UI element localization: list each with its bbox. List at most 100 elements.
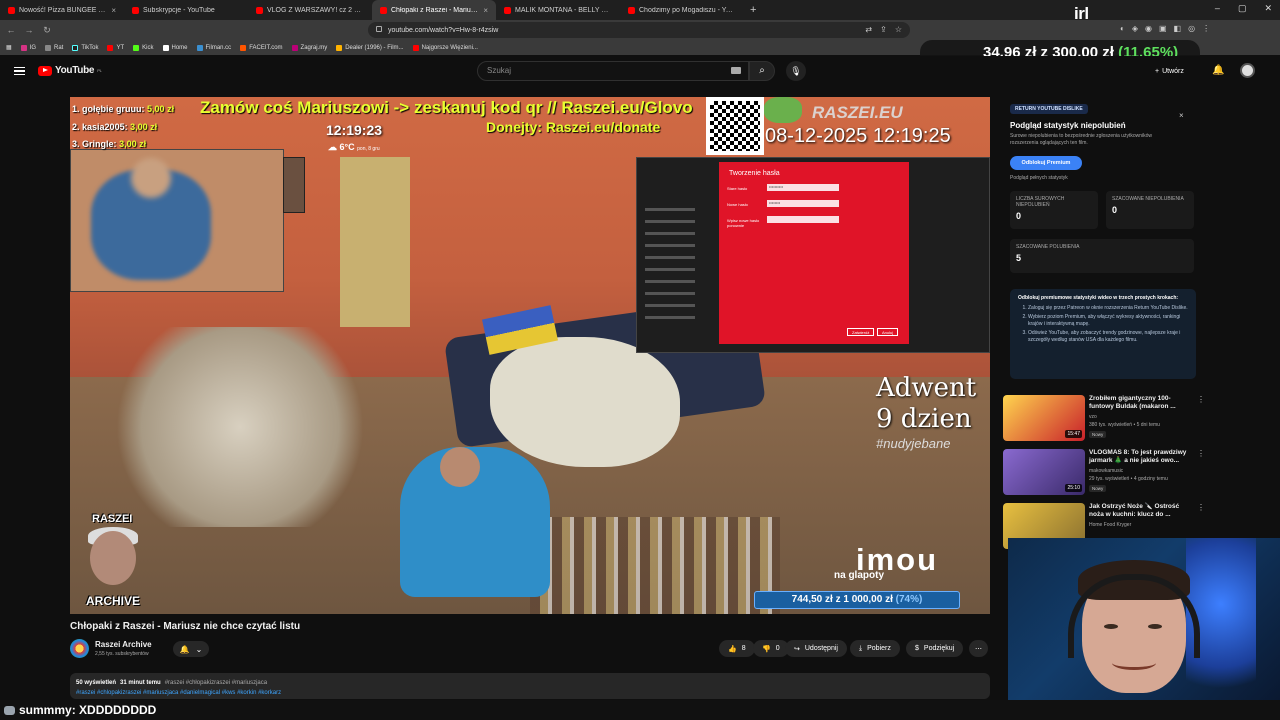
browser-tab[interactable]: Subskrypcje - YouTube <box>124 0 248 20</box>
related-channel[interactable]: makowkamusic <box>1089 468 1123 474</box>
browser-tab[interactable]: VLOG Z WARSZAWY! cz 2 😮 - YouT <box>248 0 372 20</box>
extension-icon[interactable]: ◧ <box>1174 24 1182 33</box>
extension-icon[interactable]: ◐ <box>1120 24 1125 33</box>
create-button[interactable]: + Utwórz <box>1155 64 1184 78</box>
search-input[interactable]: Szukaj <box>477 61 749 81</box>
more-options-icon[interactable]: ⋮ <box>1197 503 1205 512</box>
camera-timestamp: 08-12-2025 12:19:25 <box>765 125 951 147</box>
minimize-icon[interactable]: – <box>1215 3 1220 14</box>
new-tab-button[interactable]: + <box>744 4 762 16</box>
share-icon[interactable]: ⇪ <box>880 25 887 34</box>
thumbs-up-icon: 👍 <box>728 645 737 653</box>
site-info-icon[interactable] <box>376 26 382 32</box>
translate-icon[interactable]: ⇄ <box>865 25 872 34</box>
extension-icon[interactable]: ◉ <box>1145 24 1152 33</box>
password-dialog: Tworzenie hasła Stare hasło •••••••••• N… <box>719 162 909 344</box>
microphone-icon[interactable]: 🎙 <box>786 61 806 81</box>
full-stats-link[interactable]: Podgląd pełnych statystyk <box>1010 175 1068 181</box>
browser-tab[interactable]: Nowość! Pizza BUNGEE w Dino 🍕 😮 × <box>0 0 124 20</box>
bell-icon: 🔔 <box>179 644 190 654</box>
bookmark-wiezienia[interactable]: Najgorsze Więzieni... <box>412 44 478 51</box>
related-video[interactable]: 25:10 VLOGMAS 8: To jest prawdziwy jarma… <box>1003 449 1205 499</box>
close-tab-icon[interactable]: × <box>483 6 488 15</box>
video-player[interactable]: 1. gołębie gruuu: 5,00 zł 2. kasia2005: … <box>70 97 990 614</box>
address-bar[interactable]: youtube.com/watch?v=Hw-8-r4zsiw ⇄ ⇪ ☆ <box>368 22 910 38</box>
chat-message: summmy : XDDDDDDDD <box>0 700 1280 720</box>
settings-line <box>645 280 695 283</box>
related-video[interactable]: 15:47 Zrobiłem gigantyczny 100-funtowy B… <box>1003 395 1205 445</box>
related-channel[interactable]: Home Food Kryger <box>1089 522 1131 528</box>
bookmark-star-icon[interactable]: ☆ <box>895 25 902 34</box>
menu-dots-icon[interactable]: ⋮ <box>1202 24 1210 33</box>
more-actions-button[interactable]: ⋯ <box>969 640 988 657</box>
close-icon[interactable]: × <box>1179 111 1184 120</box>
video-scene-door <box>340 157 410 327</box>
dialog-field <box>767 216 839 223</box>
dialog-field: •••••••••• <box>767 184 839 191</box>
streamer-webcam <box>1008 538 1280 703</box>
keyboard-icon[interactable] <box>731 67 741 74</box>
description-tags[interactable]: #raszei #chlopakizraszei #mariuszjaca #d… <box>76 688 984 698</box>
browser-tab[interactable]: Chodzimy po Mogadiszu - YouTube <box>620 0 744 20</box>
bookmark-ig[interactable]: IG <box>20 44 36 51</box>
download-button[interactable]: ⤓ Pobierz <box>850 640 900 657</box>
bookmark-yt[interactable]: YT <box>107 44 124 51</box>
bookmark-filman[interactable]: Filman.cc <box>196 44 231 51</box>
bookmark-zagraj[interactable]: Zagraj.my <box>291 44 327 51</box>
related-title[interactable]: Zrobiłem gigantyczny 100-funtowy Buldak … <box>1089 395 1193 411</box>
extension-icon[interactable]: ◈ <box>1132 24 1138 33</box>
frog-emote-icon <box>764 97 802 123</box>
back-icon[interactable]: ← <box>4 25 18 35</box>
extension-icon[interactable]: ▣ <box>1159 24 1167 33</box>
bookmark-faceit[interactable]: FACEIT.com <box>240 44 283 51</box>
browser-tab[interactable]: MALIK MONTANA - BELLY DANCE X <box>496 0 620 20</box>
video-scene-person-head <box>440 447 480 487</box>
bookmark-home[interactable]: Home <box>162 44 188 51</box>
video-thumbnail[interactable]: 15:47 <box>1003 395 1085 441</box>
forward-icon[interactable]: → <box>22 25 36 35</box>
dislike-button[interactable]: 👎 0 <box>753 640 789 657</box>
browser-tab-active[interactable]: Chłopaki z Raszei - Mariusz n × <box>372 0 496 20</box>
webcam-eye <box>1148 624 1162 629</box>
bookmark-rat[interactable]: Rat <box>45 44 63 51</box>
like-button[interactable]: 👍 8 <box>719 640 755 657</box>
bookmark-dealer[interactable]: Dealer (1996) - Film... <box>336 44 404 51</box>
search-button[interactable]: ⌕ <box>749 61 775 81</box>
more-options-icon[interactable]: ⋮ <box>1197 395 1205 404</box>
bookmark-tiktok[interactable]: TikTok <box>72 44 98 51</box>
maximize-icon[interactable]: ▢ <box>1238 3 1247 14</box>
menu-icon[interactable] <box>14 67 25 75</box>
reload-icon[interactable]: ↻ <box>40 25 54 36</box>
apps-icon[interactable]: ▦ <box>6 44 12 51</box>
unlock-premium-button[interactable]: Odblokuj Premium <box>1010 156 1082 170</box>
stat-estimated-dislikes: SZACOWANE NIEPOLUBIENIA 0 <box>1106 191 1194 229</box>
close-tab-icon[interactable]: × <box>111 6 116 15</box>
related-title[interactable]: VLOGMAS 8: To jest prawdziwy jarmark 🎄 a… <box>1089 449 1193 465</box>
dialog-field-label: Wpisz nowe hasło ponownie <box>727 218 760 228</box>
video-thumbnail[interactable]: 25:10 <box>1003 449 1085 495</box>
account-avatar[interactable] <box>1240 63 1255 78</box>
subscription-bell-button[interactable]: 🔔 ⌄ <box>173 641 209 657</box>
video-description[interactable]: 50 wyświetleń 31 minut temu #raszei #chłop… <box>70 673 990 699</box>
close-window-icon[interactable]: ✕ <box>1264 3 1272 14</box>
thanks-button[interactable]: $ Podziękuj <box>906 640 964 657</box>
youtube-favicon-icon <box>628 6 635 14</box>
bookmark-kick[interactable]: Kick <box>133 44 154 51</box>
overlay-weather: ☁ 6°C pon, 8 gru <box>328 142 380 152</box>
related-title[interactable]: Jak Ostrzyć Noże 🔪 Ostrość noża w kuchni… <box>1089 503 1193 519</box>
notifications-bell-icon[interactable]: 🔔 <box>1212 65 1224 76</box>
youtube-logo[interactable]: YouTube PL <box>38 65 102 76</box>
youtube-favicon-icon <box>504 6 511 14</box>
extension-icon[interactable]: ◎ <box>1188 24 1195 33</box>
channel-name[interactable]: Raszei Archive <box>95 640 152 649</box>
settings-line <box>645 304 695 307</box>
webcam-smile <box>1112 656 1156 670</box>
share-button[interactable]: ↪ Udostępnij <box>785 640 847 657</box>
channel-avatar[interactable] <box>70 639 89 658</box>
extension-description: Surowe niepolubienia to bezpośrednie zgł… <box>1010 133 1153 146</box>
more-dots-icon: ⋯ <box>975 645 982 653</box>
dislike-extension-panel: RETURN YOUTUBE DISLIKE × Podgląd statyst… <box>1003 97 1203 385</box>
related-channel[interactable]: vzo <box>1089 414 1097 420</box>
donation-leaderboard: 1. gołębie gruuu: 5,00 zł 2. kasia2005: … <box>72 101 174 154</box>
more-options-icon[interactable]: ⋮ <box>1197 449 1205 458</box>
